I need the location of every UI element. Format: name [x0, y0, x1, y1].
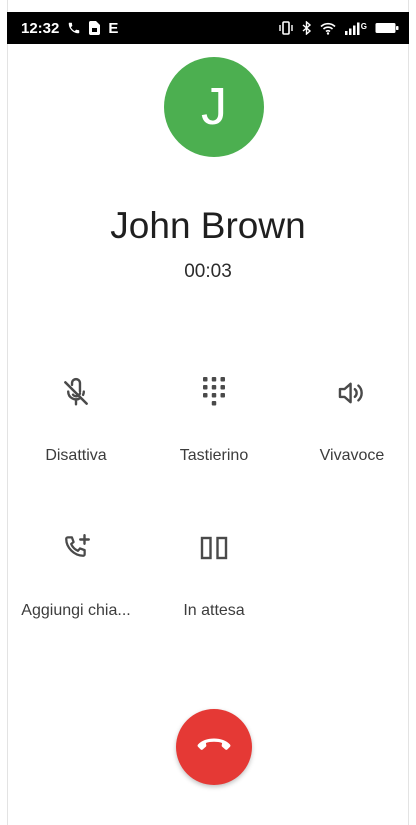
status-bar: 12:32 E G	[7, 12, 409, 44]
add-call-icon	[59, 528, 93, 568]
sim-card-icon	[89, 21, 101, 35]
avatar-initial: J	[201, 78, 227, 136]
caller-name: John Brown	[110, 205, 306, 246]
contact-avatar: J	[164, 57, 264, 157]
vibrate-icon	[278, 21, 294, 35]
add-call-button[interactable]: Aggiungi chia...	[6, 528, 146, 628]
dialpad-icon	[199, 373, 229, 413]
keypad-label: Tastierino	[179, 447, 249, 464]
wifi-icon	[320, 22, 336, 35]
hold-button[interactable]: In attesa	[144, 528, 284, 628]
mute-button[interactable]: Disattiva	[6, 373, 146, 473]
network-type-label: E	[108, 19, 119, 37]
mic-off-icon	[59, 373, 93, 413]
phone-hangup-icon	[196, 735, 232, 760]
signal-icon: G	[344, 22, 367, 35]
speaker-button[interactable]: Vivavoce	[282, 373, 416, 473]
volume-icon	[335, 373, 369, 413]
speaker-label: Vivavoce	[319, 447, 385, 464]
mute-label: Disattiva	[45, 447, 107, 464]
signal-type-label: G	[360, 21, 367, 31]
status-time: 12:32	[21, 19, 60, 37]
end-call-button[interactable]	[176, 709, 252, 785]
phone-call-status-icon	[67, 21, 81, 35]
call-duration: 00:03	[184, 261, 232, 282]
battery-icon	[375, 22, 399, 34]
keypad-button[interactable]: Tastierino	[144, 373, 284, 473]
pause-icon	[199, 528, 229, 568]
hold-label: In attesa	[183, 602, 245, 619]
add-call-label: Aggiungi chia...	[21, 602, 131, 619]
bluetooth-icon	[302, 21, 312, 35]
